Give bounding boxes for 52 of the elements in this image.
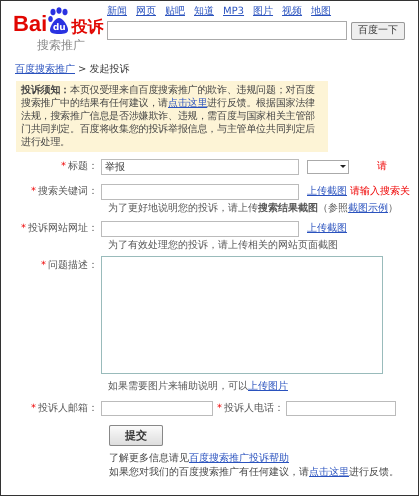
search-field[interactable] [107,21,347,40]
required-mark: * [217,402,222,414]
breadcrumb-current: 发起投诉 [89,62,130,77]
required-mark: * [31,186,36,198]
required-mark: * [31,402,36,414]
description-field[interactable] [101,256,383,374]
title-field[interactable]: 举报 [101,158,299,174]
field-label: 搜索关键词： [38,186,98,198]
nav-link[interactable]: 网页 [136,4,156,18]
hint-text: 为了有效处理您的投诉，请上传相关的网站页面截图 [108,240,339,252]
footer-text: 如果您对我们的百度搜索推广有任何建议，请点击这里进行反馈。 [109,467,400,479]
required-mark: * [41,260,46,272]
footer-link[interactable]: 点击这里 [309,467,349,478]
field-label: 投诉人电话： [224,402,284,414]
hint-text: 如果需要图片来辅助说明，可以上传图片 [108,381,289,393]
field-label: 问题描述： [48,260,98,272]
nav-link[interactable]: 地图 [311,4,332,18]
logo-text: Bai [13,13,48,35]
upload-image-link[interactable]: 上传图片 [248,381,288,392]
warning-text: 请输入搜索关 [350,186,410,198]
hint-text: 为了更好地说明您的投诉，请上传搜索结果截图（参照截图示例） [108,203,399,215]
nav-link[interactable]: 新闻 [107,4,127,18]
warning-text: 请 [377,160,387,172]
dropdown-icon [340,165,346,168]
feedback-link[interactable]: 点击这里 [168,98,208,109]
logo-text: 投诉 [71,19,104,35]
search-button[interactable]: 百度一下 [351,22,405,40]
footer-link[interactable]: 百度搜索推广投诉帮助 [189,453,289,464]
nav-link[interactable]: 知道 [194,4,214,18]
field-label: 投诉人邮箱： [38,402,98,414]
example-link[interactable]: 截图示例 [348,203,388,214]
required-mark: * [61,160,66,172]
logo-subtitle: 搜索推广 [37,37,85,54]
notice-text: 投诉须知：本页仅受理来自百度搜索推广的欺诈、违规问题；对百度搜索推广中的结果有任何建议，请点击这里进行反馈。根据国家法律法规，搜索推广信息是否涉嫌欺诈、违规，需百度与国家相关主管部门共同判定。百度将收集您的投诉举报信息，与主管单位共同判定后进行处理。 [21,84,316,149]
upload-link[interactable]: 上传截图 [307,222,347,234]
required-mark: * [21,222,26,234]
nav-link[interactable]: MP3 [223,4,244,18]
nav-link[interactable]: 贴吧 [165,4,185,18]
field-label: 标题： [68,160,98,172]
category-select[interactable] [307,160,349,174]
phone-field[interactable] [286,401,396,416]
upload-link[interactable]: 上传截图 [307,186,347,198]
breadcrumb-separator: > [78,63,86,77]
nav-link[interactable]: 图片 [253,4,274,18]
field-label: 投诉网站网址： [28,222,98,234]
email-field[interactable] [101,401,213,416]
nav-link[interactable]: 视频 [282,4,302,18]
footer-text: 了解更多信息请见百度搜索推广投诉帮助 [109,453,290,465]
submit-button[interactable]: 提交 [109,425,163,446]
breadcrumb-link[interactable]: 百度搜索推广 [15,62,75,77]
site-url-field[interactable] [101,220,299,236]
keyword-field[interactable] [101,184,299,200]
